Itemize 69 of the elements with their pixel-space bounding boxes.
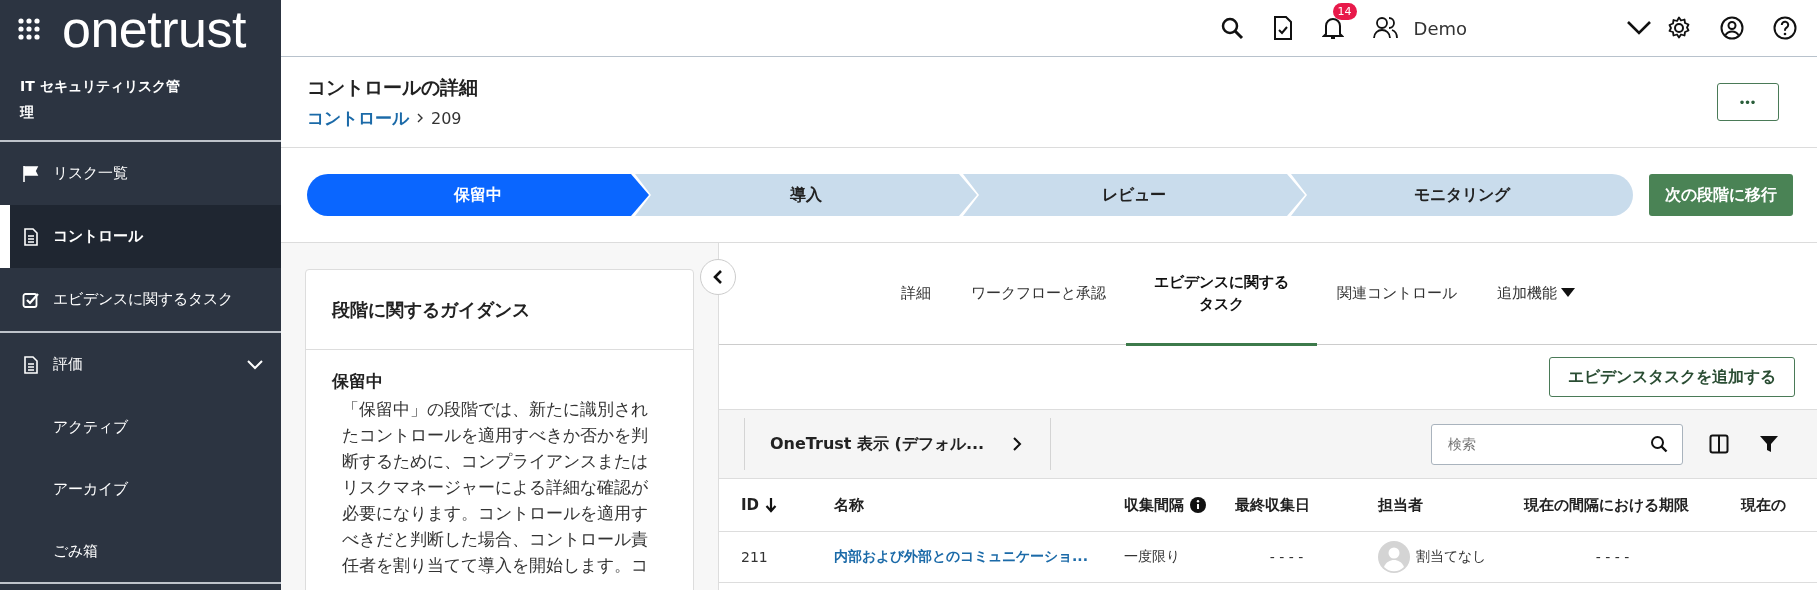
app-grid-icon[interactable] xyxy=(18,17,40,40)
nav-item[interactable]: エビデンスに関するタスク xyxy=(0,268,281,331)
search-input[interactable]: 検索 xyxy=(1446,435,1650,453)
columns-icon[interactable] xyxy=(1709,434,1729,454)
nav-subitem[interactable]: アーカイブ xyxy=(0,458,281,520)
module-title: IT セキュリティリスク管理 xyxy=(18,77,181,122)
column-header[interactable]: 名称 xyxy=(834,495,864,515)
info-icon[interactable] xyxy=(1190,497,1206,513)
flag-icon xyxy=(22,164,40,183)
search-field[interactable]: 検索 xyxy=(1431,423,1683,465)
column-header[interactable]: 最終収集日 xyxy=(1235,495,1310,515)
checked-document-icon[interactable] xyxy=(1272,16,1293,40)
table-cell: - - - - xyxy=(1595,549,1630,565)
arrow-down-icon[interactable] xyxy=(765,497,778,513)
nav-item[interactable]: 評価 xyxy=(0,333,281,396)
stage-step[interactable]: 導入 xyxy=(635,174,977,216)
column-header[interactable]: 現在の xyxy=(1741,495,1786,515)
user-name[interactable]: Demo xyxy=(1413,17,1467,39)
column-header[interactable]: 収集間隔 xyxy=(1124,495,1184,515)
column-header[interactable]: 担当者 xyxy=(1378,495,1423,515)
task-link[interactable]: 内部および外部とのコミュニケーショ... xyxy=(834,548,1088,566)
users-icon[interactable] xyxy=(1372,16,1399,40)
stage-heading: 保留中 xyxy=(332,370,384,392)
notification-badge: 14 xyxy=(1332,3,1357,20)
tab[interactable]: 関連コントロール xyxy=(1317,243,1478,346)
nav-item[interactable]: リスク一覧 xyxy=(0,142,281,205)
logo-text: onetrust xyxy=(62,2,246,55)
chevron-right-icon xyxy=(416,113,424,123)
table-cell: 211 xyxy=(741,549,768,565)
settings-icon[interactable] xyxy=(1667,16,1691,40)
nav-item[interactable]: コントロール xyxy=(0,205,281,268)
card-title: 段階に関するガイダンス xyxy=(306,270,693,350)
view-selector[interactable]: OneTrust 表示 (デフォル... xyxy=(744,418,1052,470)
bell-icon[interactable] xyxy=(1321,16,1344,40)
table-cell: - - - - xyxy=(1269,549,1304,565)
nav-subitem[interactable]: アクティブ xyxy=(0,396,281,458)
stage-step[interactable]: モニタリング xyxy=(1291,174,1633,216)
collapse-button[interactable] xyxy=(700,259,736,295)
user-avatar-icon[interactable] xyxy=(1720,16,1744,40)
caret-down-icon xyxy=(1561,288,1576,298)
checkbox-icon xyxy=(22,290,40,309)
stage-step[interactable]: 保留中 xyxy=(307,174,649,216)
page-title: コントロールの詳細 xyxy=(307,74,478,100)
document-icon xyxy=(22,227,40,246)
tab[interactable]: ワークフローと承認 xyxy=(950,243,1126,346)
filter-icon[interactable] xyxy=(1759,434,1779,454)
nav-subitem[interactable]: ごみ箱 xyxy=(0,520,281,582)
breadcrumb-current: 209 xyxy=(431,108,462,128)
guidance-text: 「保留中」の段階では、新たに識別されたコントロールを適用すべきか否かを判断するために、コンプライアンスまたはリスクマネージャーによる詳細な確認が必要になります。コントロールを適用すべきだと判断した場合、コントロール責任者を割り当てて導入を開始します。コ xyxy=(342,398,649,577)
breadcrumb-link[interactable]: コントロール xyxy=(307,106,409,130)
stage-step[interactable]: レビュー xyxy=(963,174,1305,216)
column-header[interactable]: 現在の間隔における期限 xyxy=(1524,495,1689,515)
add-evidence-task-button[interactable]: エビデンスタスクを追加する xyxy=(1549,357,1795,397)
table-cell: 割当てなし xyxy=(1416,548,1486,566)
tab[interactable]: エビデンスに関するタスク xyxy=(1125,243,1318,346)
search-icon[interactable] xyxy=(1650,435,1668,453)
more-button[interactable]: ••• xyxy=(1717,83,1779,121)
chevron-down-icon[interactable] xyxy=(1626,20,1652,36)
column-header[interactable]: ID xyxy=(741,496,760,514)
next-stage-button[interactable]: 次の段階に移行 xyxy=(1649,174,1793,216)
avatar-icon xyxy=(1378,541,1410,573)
chevron-left-icon xyxy=(713,270,723,284)
tab[interactable]: 詳細 xyxy=(880,243,951,346)
search-icon[interactable] xyxy=(1219,16,1244,40)
chevron-right-icon xyxy=(1012,436,1023,452)
help-icon[interactable] xyxy=(1773,16,1797,40)
table-cell: 一度限り xyxy=(1124,548,1180,566)
document-icon xyxy=(22,355,40,374)
tab[interactable]: 追加機能 xyxy=(1477,243,1596,346)
